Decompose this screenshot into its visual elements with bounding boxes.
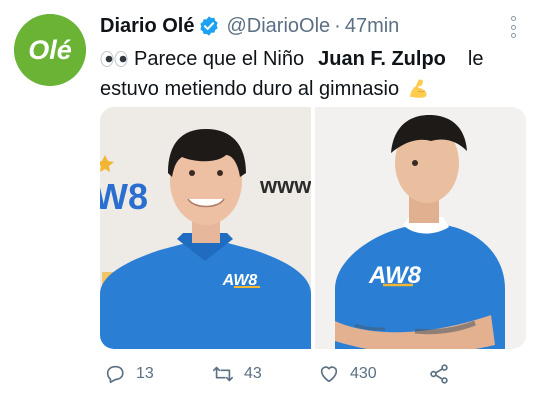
share-icon	[428, 363, 450, 385]
tweet-text-line-1: Parece que el Niño Juan F. Zulpo le	[100, 44, 520, 74]
like-count: 430	[350, 365, 377, 382]
tweet-text-end: le	[467, 48, 484, 70]
heart-icon	[318, 363, 340, 385]
tweet-text-line-2-content: estuvo metiendo duro al gimnasio	[100, 78, 400, 100]
more-options-icon[interactable]	[507, 16, 519, 38]
share-button[interactable]	[428, 360, 450, 388]
media-photo-2[interactable]: AW8	[315, 107, 526, 349]
retweet-button[interactable]: 43	[212, 360, 262, 388]
avatar-text: Olé	[28, 35, 72, 65]
reply-count: 13	[136, 365, 154, 382]
player-photo-side: AW8	[315, 107, 526, 349]
player-photo-front: W8 www. AW8	[100, 107, 311, 349]
retweet-count: 43	[244, 365, 262, 382]
tweet-text-mention: Juan F. Zulpo	[318, 48, 446, 70]
backdrop-text-left: W8	[100, 176, 148, 217]
verified-badge-icon	[198, 15, 220, 37]
media-photo-1[interactable]: W8 www. AW8	[100, 107, 311, 349]
tweet-header: Diario Olé @DiarioOle · 47min	[100, 12, 399, 40]
display-name[interactable]: Diario Olé	[100, 15, 194, 38]
user-handle[interactable]: @DiarioOle	[226, 15, 330, 38]
tweet-text-start: Parece que el Niño	[134, 48, 305, 70]
reply-icon	[104, 363, 126, 385]
tweet-card[interactable]: Olé Diario Olé @DiarioOle · 47min Parece…	[0, 0, 535, 404]
retweet-icon	[212, 363, 234, 385]
avatar[interactable]: Olé	[14, 14, 86, 86]
reply-button[interactable]: 13	[104, 360, 154, 388]
eyes-icon	[100, 51, 128, 67]
backdrop-text-right: www.	[259, 173, 311, 198]
ole-logo: Olé	[14, 14, 86, 86]
tweet-text: Parece que el Niño Juan F. Zulpo le estu…	[100, 44, 520, 104]
tweet-actions: 13 43 430	[100, 360, 520, 388]
flexed-biceps-icon	[407, 77, 431, 101]
tweet-media[interactable]: W8 www. AW8 AW8	[100, 107, 526, 349]
tweet-text-line-2: estuvo metiendo duro al gimnasio	[100, 74, 520, 104]
separator-dot: ·	[334, 14, 341, 37]
tweet-timestamp[interactable]: 47min	[345, 15, 399, 38]
like-button[interactable]: 430	[318, 360, 377, 388]
